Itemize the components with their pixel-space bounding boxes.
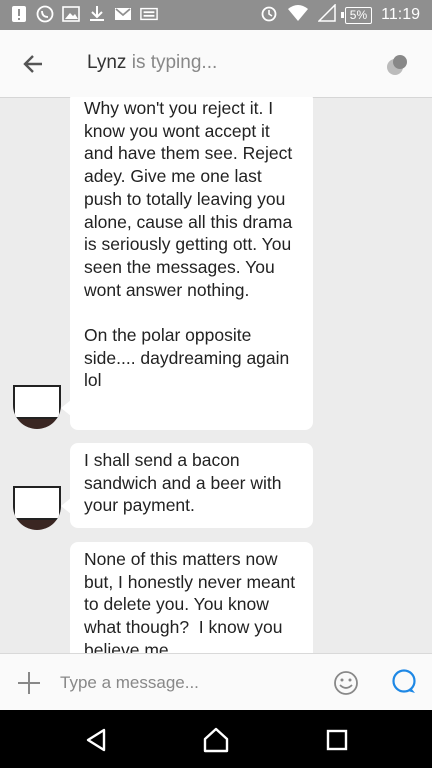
message-bubble[interactable]: None of this matters now but, I honestly… <box>70 542 313 653</box>
status-bar: 5% 11:19 <box>0 0 432 30</box>
avatar[interactable] <box>13 385 61 429</box>
message-input[interactable] <box>58 666 320 700</box>
image-icon <box>62 5 80 23</box>
avatar-redaction <box>13 385 61 419</box>
notification-icons <box>10 5 158 23</box>
message-composer <box>0 653 432 711</box>
smiley-icon[interactable] <box>333 670 359 696</box>
message-bubble[interactable]: I shall send a bacon sandwich and a beer… <box>61 443 313 528</box>
whatsapp-icon <box>36 5 54 23</box>
home-icon[interactable] <box>201 725 231 755</box>
navigation-bar <box>0 710 432 768</box>
hangouts-icon[interactable] <box>384 52 410 78</box>
battery-icon: 5% <box>340 6 373 24</box>
message-text: I shall send a bacon sandwich and a beer… <box>84 450 287 516</box>
avatar-redaction <box>13 486 61 520</box>
typing-status: is typing... <box>126 52 218 73</box>
signal-icon <box>316 2 336 27</box>
alarm-icon <box>260 4 278 27</box>
keyboard-icon <box>140 5 158 23</box>
gmail-icon <box>114 5 132 23</box>
back-triangle-icon[interactable] <box>82 725 112 755</box>
conversation-header: Lynz is typing... <box>0 30 432 98</box>
clock: 11:19 <box>381 6 420 23</box>
recents-icon[interactable] <box>322 725 352 755</box>
message-list[interactable]: Why won't you reject it. I know you wont… <box>0 97 432 653</box>
download-icon <box>88 5 106 23</box>
wifi-icon <box>287 4 309 27</box>
arrow-left-icon[interactable] <box>20 50 48 78</box>
contact-name: Lynz <box>87 52 127 73</box>
avatar[interactable] <box>13 486 61 530</box>
conversation-title: Lynz is typing... <box>87 52 217 74</box>
message-bubble[interactable]: Why won't you reject it. I know you wont… <box>61 97 313 430</box>
message-text: None of this matters now but, I honestly… <box>84 549 300 653</box>
send-icon[interactable] <box>390 668 418 696</box>
alert-icon <box>10 5 28 23</box>
status-right: 5% 11:19 <box>260 0 420 30</box>
message-text: Why won't you reject it. I know you wont… <box>84 98 293 391</box>
add-icon[interactable] <box>16 670 42 696</box>
